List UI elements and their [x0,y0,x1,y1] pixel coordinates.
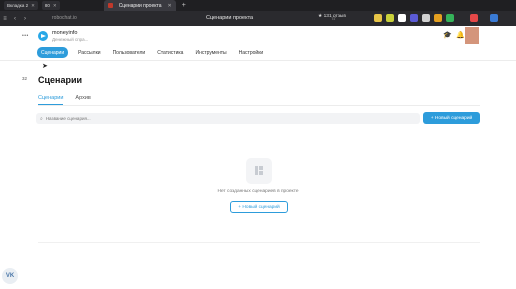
browser-address-bar: ≡ ‹ › robochat.io Сценарии проекта ☆ ★ 1… [0,11,516,26]
mouse-cursor-icon: ➤ [42,63,48,70]
divider [38,242,480,243]
empty-state-icon [246,158,272,184]
scenario-tabs: Сценарии Архив [38,95,103,105]
graduation-cap-icon[interactable]: 🎓 [443,31,452,39]
extension-icon[interactable] [398,14,406,22]
browser-tab-bar: Вкладка 2 ✕ 80 ✕ Сценарии проекта ✕ + [0,0,516,11]
browser-tab-label: 80 [44,3,50,8]
close-tab-icon[interactable]: ✕ [167,3,171,9]
url-text: robochat.io [52,15,77,21]
extension-icon[interactable] [386,14,394,22]
search-input[interactable] [45,116,346,121]
extension-icon[interactable] [434,14,442,22]
reviews-badge[interactable]: ★ 131 отзыв [318,14,346,19]
project-name[interactable]: moneyinfo [52,30,77,36]
extension-icon[interactable] [446,14,454,22]
divider [38,105,480,106]
telegram-icon [38,31,48,41]
page-title: Сценарии [38,75,83,85]
browser-tab-label: Сценарии проекта [118,2,162,9]
nav-item-settings[interactable]: Настройки [239,50,264,56]
nav-item-scenarios[interactable]: Сценарии [37,47,69,58]
top-nav: Сценарии Рассылки Пользователи Статистик… [37,47,275,58]
extension-icon[interactable] [490,14,498,22]
nav-item-tools[interactable]: Инструменты [195,50,226,56]
browser-tab[interactable]: 80 ✕ [41,1,60,10]
avatar[interactable] [465,27,479,44]
new-scenario-button[interactable]: + Новый сценарий [423,112,480,124]
project-subtitle: Денежный спра... [52,37,89,42]
search-box: ⌕ [36,113,420,124]
browser-tab-active[interactable]: Сценарии проекта ✕ [103,0,176,11]
nav-item-statistics[interactable]: Статистика [157,50,183,56]
site-favicon-icon [107,3,113,8]
nav-item-users[interactable]: Пользователи [113,50,146,56]
empty-new-scenario-button[interactable]: + Новый сценарий [230,201,288,213]
extension-icon[interactable] [470,14,478,22]
dots-menu-icon[interactable]: ••• [22,33,29,39]
app-header: ••• moneyinfo Денежный спра... 🎓 🔔 [0,26,516,46]
divider [0,60,516,61]
close-tab-icon[interactable]: ✕ [53,3,57,9]
browser-tab[interactable]: Вкладка 2 ✕ [4,1,38,10]
extension-icon[interactable] [374,14,382,22]
tab-scenarios[interactable]: Сценарии [38,95,64,105]
extension-icon[interactable] [422,14,430,22]
vk-icon[interactable]: VK [2,268,18,284]
menu-icon[interactable]: ≡ [0,16,10,22]
page-title-in-bar: Сценарии проекта [206,15,254,21]
extension-icon[interactable] [410,14,418,22]
empty-state-text: Нет созданных сценариев в проекте [217,189,299,194]
new-tab-icon[interactable]: + [182,2,186,9]
forward-icon[interactable]: › [20,16,30,22]
bell-icon[interactable]: 🔔 [456,31,465,39]
browser-tab-label: Вкладка 2 [7,3,29,8]
nav-item-mailings[interactable]: Рассылки [78,50,100,56]
tab-archive[interactable]: Архив [75,95,90,105]
close-tab-icon[interactable]: ✕ [31,3,35,9]
rail-badge[interactable]: 32 [22,76,27,81]
search-icon: ⌕ [40,115,43,122]
url-field[interactable]: robochat.io Сценарии проекта ☆ [36,13,336,23]
back-icon[interactable]: ‹ [10,16,20,22]
